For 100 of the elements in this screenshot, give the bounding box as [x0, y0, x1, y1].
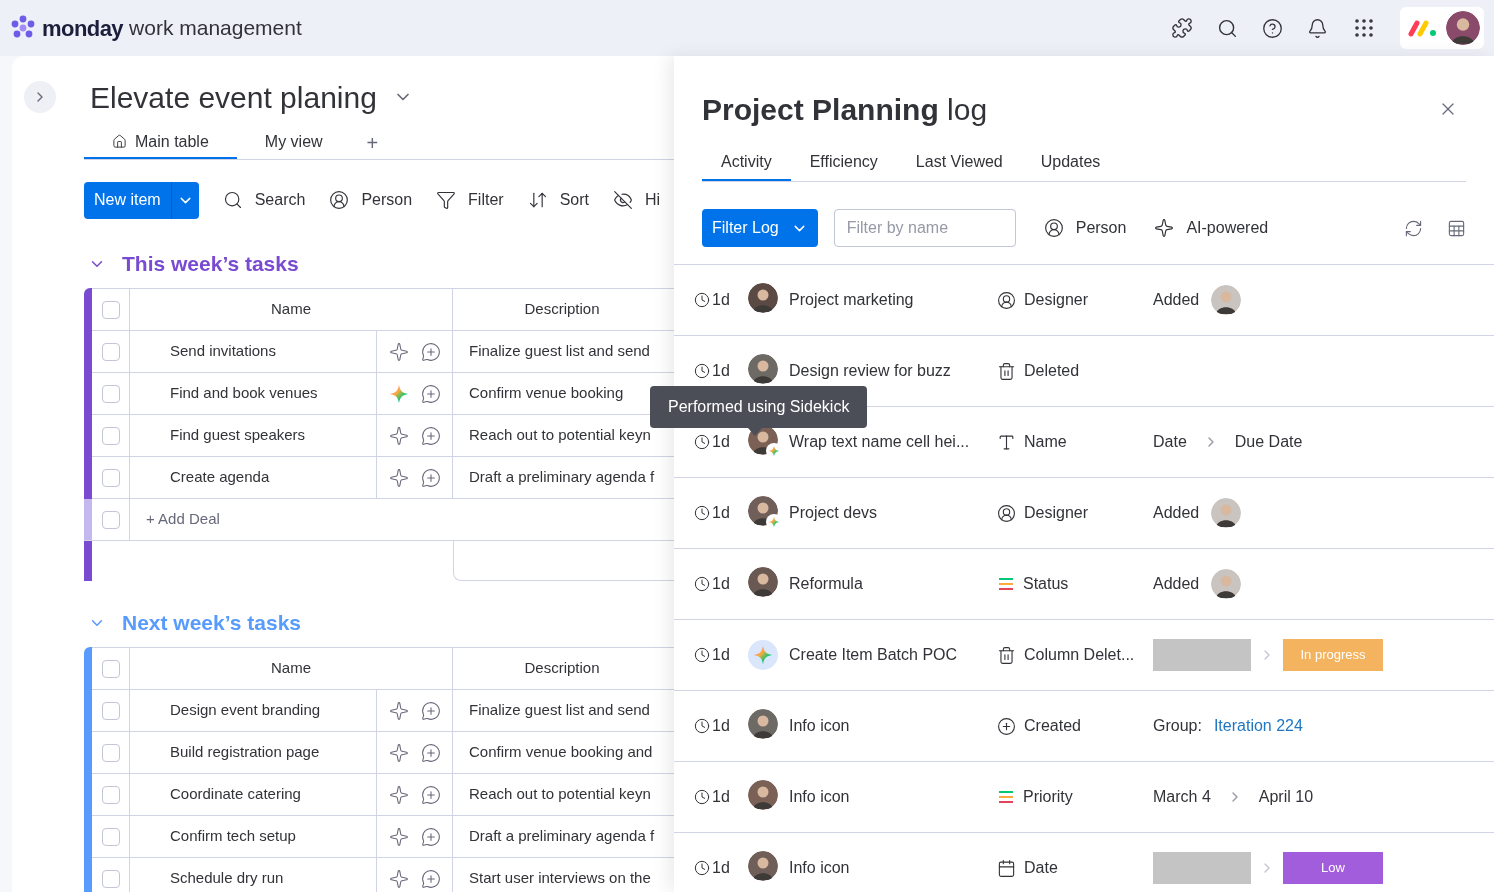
puzzle-icon[interactable] [1171, 17, 1193, 39]
row-checkbox[interactable] [101, 510, 120, 529]
person-filter-button[interactable]: Person [1043, 216, 1127, 240]
hide-button[interactable]: Hi [613, 188, 661, 212]
row-checkbox[interactable] [101, 426, 120, 445]
column-name: Name [1024, 432, 1067, 452]
sort-button[interactable]: Sort [527, 188, 589, 212]
item-name[interactable]: Coordinate catering [130, 774, 377, 815]
add-update-icon[interactable] [420, 425, 441, 446]
row-checkbox[interactable] [101, 701, 120, 720]
refresh-icon[interactable] [1404, 218, 1423, 238]
filter-name-field[interactable]: Filter by name [833, 209, 1016, 247]
add-update-icon[interactable] [420, 826, 441, 847]
description-cell-text: Reach out to potential keyn [468, 425, 652, 446]
row-checkbox[interactable] [101, 468, 120, 487]
sparkle-icon[interactable] [388, 868, 409, 889]
add-update-icon[interactable] [420, 341, 441, 362]
item-name[interactable]: Find guest speakers [130, 415, 377, 456]
clock-icon [694, 363, 710, 379]
item-name[interactable]: Design event branding [130, 690, 377, 731]
panel-tab[interactable]: Activity [702, 144, 791, 181]
clock-icon [694, 718, 710, 734]
item-name[interactable]: Design review for buzz [789, 359, 997, 383]
add-item-link[interactable]: + Add Deal [130, 499, 220, 540]
sparkle-icon[interactable] [388, 700, 409, 721]
sparkle-icon[interactable] [388, 341, 409, 362]
row-checkbox[interactable] [101, 342, 120, 361]
item-name[interactable]: Reformula [789, 572, 997, 596]
row-checkbox[interactable] [101, 743, 120, 762]
add-view-button[interactable]: + [350, 126, 395, 159]
change-label: Added [1153, 503, 1200, 523]
panel-tab[interactable]: Efficiency [790, 144, 897, 181]
filter-log-button[interactable]: Filter Log [702, 209, 818, 247]
status-icon [997, 790, 1015, 804]
select-all-checkbox[interactable] [101, 659, 120, 678]
clock-icon [694, 647, 710, 663]
notification-icon[interactable] [1307, 17, 1328, 39]
change-label: Group: [1153, 716, 1202, 736]
column-name: Designer [1024, 503, 1089, 523]
ai-powered-button[interactable]: AI-powered [1154, 216, 1269, 240]
item-name[interactable]: Info icon [789, 856, 997, 880]
home-icon [112, 134, 127, 149]
add-update-icon[interactable] [420, 742, 441, 763]
item-name[interactable]: Create Item Batch POC [789, 643, 997, 667]
old-value: March 4 [1153, 787, 1211, 807]
view-tab[interactable]: My view [236, 126, 351, 159]
item-name[interactable]: Schedule dry run [130, 858, 377, 892]
add-update-icon[interactable] [420, 700, 441, 721]
panel-tab[interactable]: Updates [1021, 144, 1120, 181]
clock-icon [694, 434, 710, 450]
item-name[interactable]: Info icon [789, 714, 997, 738]
column-name: Column Delet... [1024, 645, 1135, 665]
group-link[interactable]: Iteration 224 [1213, 714, 1303, 738]
view-tab[interactable]: Main table [84, 126, 237, 159]
column-header: Name [130, 289, 453, 330]
row-checkbox[interactable] [101, 785, 120, 804]
item-name[interactable]: Send invitations [130, 331, 377, 372]
user-avatar [1446, 11, 1480, 45]
sparkle-icon[interactable] [388, 742, 409, 763]
description-cell-text: Reach out to potential keyn [468, 784, 652, 805]
apps-icon[interactable] [1352, 16, 1376, 40]
row-checkbox[interactable] [101, 869, 120, 888]
help-icon[interactable] [1262, 17, 1283, 39]
item-name[interactable]: Confirm tech setup [130, 816, 377, 857]
row-checkbox[interactable] [101, 827, 120, 846]
item-name[interactable]: Create agenda [130, 457, 377, 498]
filter-button[interactable]: Filter [436, 188, 504, 212]
sparkle-icon[interactable] [388, 467, 409, 488]
add-update-icon[interactable] [420, 784, 441, 805]
search-icon[interactable] [1217, 17, 1238, 39]
clock-icon [694, 505, 710, 521]
person-filter-button[interactable]: Person [329, 188, 413, 212]
avatar [748, 709, 778, 739]
person-icon [997, 503, 1016, 523]
item-name[interactable]: Project devs [789, 501, 997, 525]
select-all-checkbox[interactable] [101, 300, 120, 319]
add-update-icon[interactable] [420, 467, 441, 488]
sparkle-icon[interactable] [388, 826, 409, 847]
sparkle-icon[interactable] [388, 425, 409, 446]
clock-icon [694, 860, 710, 876]
item-name[interactable]: Project marketing [789, 288, 997, 312]
item-name[interactable]: Info icon [789, 785, 997, 809]
board-title: Elevate event planing [90, 79, 377, 116]
spreadsheet-icon[interactable] [1447, 218, 1466, 238]
tooltip: Performed using Sidekick [650, 386, 868, 436]
description-cell-text: Finalize guest list and send [468, 341, 651, 362]
row-checkbox[interactable] [101, 384, 120, 403]
search-button[interactable]: Search [222, 188, 306, 212]
panel-tab[interactable]: Last Viewed [896, 144, 1022, 181]
description-cell-text: Confirm venue booking [468, 383, 625, 404]
item-name[interactable]: Find and book venues [130, 373, 377, 414]
item-name[interactable]: Build registration page [130, 732, 377, 773]
add-update-icon[interactable] [420, 868, 441, 889]
add-update-icon[interactable] [420, 383, 441, 404]
sparkle-icon[interactable] [388, 784, 409, 805]
new-item-button[interactable]: New item [84, 181, 199, 219]
avatar [1211, 285, 1242, 315]
group-title[interactable]: This week’s tasks [122, 248, 299, 280]
status-label: Low [1283, 852, 1383, 884]
avatar [748, 283, 778, 313]
